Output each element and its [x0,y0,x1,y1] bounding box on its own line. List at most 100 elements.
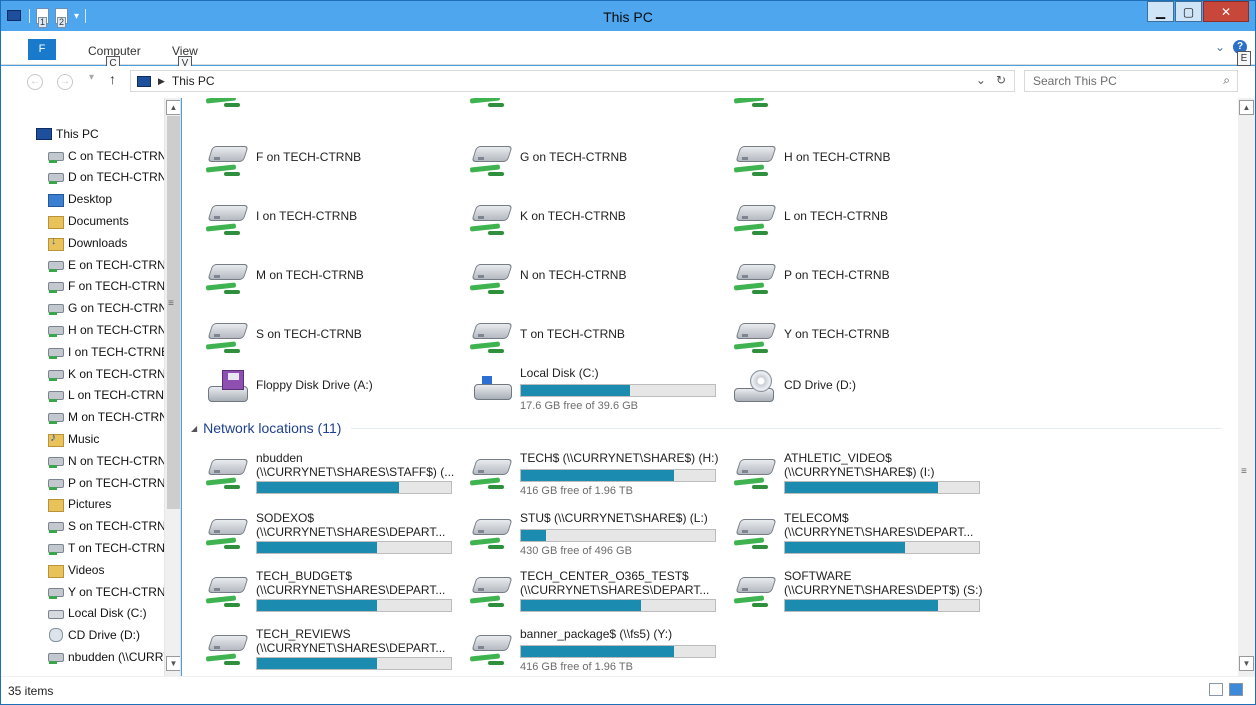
collapse-triangle-icon[interactable]: ◢ [191,424,197,433]
scroll-up-button[interactable]: ▲ [1239,100,1254,115]
partial-drive-tile[interactable] [446,98,701,115]
window-controls: ▁ ▢ ✕ [1147,1,1249,22]
sidebar-item-p-on-tech-ctrnb[interactable]: P on TECH-CTRNB [1,472,164,494]
network-location-tile[interactable]: TECH_CENTER_O365_TEST$ (\\CURRYNET\SHARES… [446,563,716,615]
network-location-tile[interactable]: TECH$ (\\CURRYNET\SHARE$) (H:) 416 GB fre… [446,445,718,497]
sidebar-item-label: Music [68,432,100,447]
network-location-tile[interactable]: STU$ (\\CURRYNET\SHARE$) (L:) 430 GB free… [446,505,716,557]
sidebar-item-documents[interactable]: Documents [1,210,164,232]
free-space-text: 416 GB free of 1.96 TB [520,661,633,673]
nav-scrollbar[interactable]: ▲ ≡ ▼ [164,98,180,676]
sidebar-item-n-on-tech-ctrnb[interactable]: N on TECH-CTRNB [1,450,164,472]
drive-tile[interactable]: Y on TECH-CTRNB [710,309,965,361]
drive-tile[interactable]: K on TECH-CTRNB [446,191,701,243]
sidebar-item-cd-drive-d[interactable]: CD Drive (D:) [1,624,164,646]
free-space-text: 17.6 GB free of 39.6 GB [520,400,639,412]
network-location-tile[interactable]: SOFTWARE (\\CURRYNET\SHARES\DEPT$) (S:) [710,563,982,615]
minimize-button[interactable]: ▁ [1147,1,1174,22]
sidebar-item-local-disk-c[interactable]: Local Disk (C:) [1,603,164,625]
local-disk-icon [468,368,516,406]
drive-tile[interactable]: S on TECH-CTRNB [182,309,437,361]
network-location-tile[interactable]: banner_package$ (\\fs5) (Y:) 416 GB free … [446,621,716,673]
drive-tile[interactable]: T on TECH-CTRNB [446,309,701,361]
drive-tile[interactable]: L on TECH-CTRNB [710,191,965,243]
address-bar[interactable]: ▶ This PC ⌄ ↻ [130,70,1015,92]
sidebar-item-downloads[interactable]: Downloads [1,232,164,254]
sidebar-item-h-on-tech-ctrnb[interactable]: H on TECH-CTRNB [1,319,164,341]
drive-tile[interactable]: F on TECH-CTRNB [182,132,437,184]
sidebar-item-this-pc[interactable]: This PC [1,123,164,145]
sidebar-item-desktop[interactable]: Desktop [1,188,164,210]
forward-button[interactable]: → [57,74,73,90]
network-locations-group[interactable]: ◢ Network locations (11) [191,419,1221,437]
free-space-text: 416 GB free of 1.96 TB [520,485,633,497]
network-location-tile[interactable]: TECH_BUDGET$ (\\CURRYNET\SHARES\DEPART... [182,563,452,615]
large-icons-view-button[interactable] [1229,683,1243,696]
sidebar-item-y-on-tech-ctrnb[interactable]: Y on TECH-CTRNB [1,581,164,603]
drive-tile[interactable]: I on TECH-CTRNB [182,191,437,243]
up-arrow-icon[interactable]: ↑ [109,71,116,87]
drive-tile[interactable]: G on TECH-CTRNB [446,132,701,184]
sidebar-item-label: Videos [68,562,105,577]
scroll-down-button[interactable]: ▼ [166,656,180,671]
sidebar-item-videos[interactable]: Videos [1,559,164,581]
downloads-icon [47,235,64,251]
search-icon[interactable]: ⌕ [1223,73,1230,88]
scroll-down-button[interactable]: ▼ [1239,656,1254,671]
partial-drive-tile[interactable] [182,98,437,115]
refresh-icon[interactable]: ↻ [996,73,1006,87]
sidebar-item-label: I on TECH-CTRNB [68,344,164,359]
details-view-button[interactable] [1209,683,1223,696]
drive-label: I on TECH-CTRNB [256,209,358,223]
close-button[interactable]: ✕ [1203,1,1249,22]
group-title: Network locations (11) [203,420,342,436]
sidebar-item-nbudden-currynet-shares-staff-h[interactable]: nbudden (\\CURRYNET\SHARES\STAFF$) (H:) [1,646,164,668]
device-tile[interactable]: Floppy Disk Drive (A:) [182,360,437,412]
sidebar-item-f-on-tech-ctrnb[interactable]: F on TECH-CTRNB [1,276,164,298]
sidebar-item-label: T on TECH-CTRNB [68,541,164,556]
sidebar-item-music[interactable]: Music [1,428,164,450]
network-location-tile[interactable]: SODEXO$ (\\CURRYNET\SHARES\DEPART... [182,505,452,557]
tab-file[interactable]: F [28,39,56,60]
drive-tile[interactable]: N on TECH-CTRNB [446,250,701,302]
expand-ribbon-chevron-icon[interactable]: ⌄ [1215,40,1225,54]
sidebar-item-g-on-tech-ctrnb[interactable]: G on TECH-CTRNB [1,297,164,319]
capacity-bar [520,384,716,397]
recent-locations-chevron-icon[interactable]: ▾ [89,72,94,83]
sidebar-item-t-on-tech-ctrnb[interactable]: T on TECH-CTRNB [1,537,164,559]
drive-icon [47,323,64,338]
sidebar-item-label: N on TECH-CTRNB [68,453,164,468]
sidebar-item-pictures[interactable]: Pictures [1,494,164,516]
network-location-tile[interactable]: ATHLETIC_VIDEO$ (\\CURRYNET\SHARE$) (I:) [710,445,980,497]
sidebar-item-m-on-tech-ctrnb[interactable]: M on TECH-CTRNB [1,406,164,428]
scroll-thumb[interactable] [167,116,180,509]
drive-tile[interactable]: H on TECH-CTRNB [710,132,965,184]
network-drive-icon [204,453,252,491]
sidebar-item-k-on-tech-ctrnb[interactable]: K on TECH-CTRNB [1,363,164,385]
back-button[interactable]: ← [27,74,43,90]
device-tile[interactable]: Local Disk (C:) 17.6 GB free of 39.6 GB [446,360,716,412]
device-tile[interactable]: CD Drive (D:) [710,360,965,412]
sidebar-item-s-on-tech-ctrnb[interactable]: S on TECH-CTRNB [1,515,164,537]
content-scrollbar[interactable]: ▲ ≡ ▼ [1238,98,1255,676]
address-history-chevron-icon[interactable]: ⌄ [976,73,986,87]
partial-drive-tile[interactable] [710,98,965,115]
title-bar[interactable]: 1 2 ▾ This PC ▁ ▢ ✕ [1,1,1255,31]
scroll-up-button[interactable]: ▲ [166,100,180,115]
sidebar-item-c-on-tech-ctrnb[interactable]: C on TECH-CTRNB [1,145,164,167]
sidebar-item-i-on-tech-ctrnb[interactable]: I on TECH-CTRNB [1,341,164,363]
sidebar-item-e-on-tech-ctrnb[interactable]: E on TECH-CTRNB [1,254,164,276]
breadcrumb-this-pc[interactable]: This PC [172,74,215,88]
drive-tile[interactable]: M on TECH-CTRNB [182,250,437,302]
drive-tile[interactable]: P on TECH-CTRNB [710,250,965,302]
search-input[interactable]: Search This PC ⌕ [1024,70,1238,92]
breadcrumb-separator-icon[interactable]: ▶ [158,76,165,87]
sidebar-item-d-on-tech-ctrnb[interactable]: D on TECH-CTRNB [1,167,164,189]
sidebar-item-label: Local Disk (C:) [68,606,147,621]
sidebar-item-l-on-tech-ctrnb[interactable]: L on TECH-CTRNB [1,385,164,407]
network-location-tile[interactable]: TECH_REVIEWS (\\CURRYNET\SHARES\DEPART... [182,621,452,673]
network-location-path: (\\CURRYNET\SHARES\DEPART... [256,525,446,539]
maximize-button[interactable]: ▢ [1175,1,1202,22]
network-location-tile[interactable]: nbudden (\\CURRYNET\SHARES\STAFF$) (... [182,445,454,497]
network-location-tile[interactable]: TELECOM$ (\\CURRYNET\SHARES\DEPART... [710,505,980,557]
